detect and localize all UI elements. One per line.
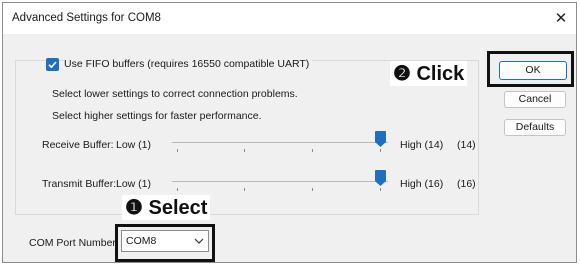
checkmark-icon [48, 61, 57, 69]
hint-lower: Select lower settings to correct connect… [52, 88, 298, 100]
com-port-selected-value: COM8 [126, 235, 157, 247]
chevron-down-icon [194, 238, 204, 244]
slider-tick [380, 149, 381, 152]
receive-value: (14) [457, 139, 476, 151]
com-port-label: COM Port Number: [29, 237, 119, 249]
transmit-buffer-label: Transmit Buffer: [42, 178, 117, 190]
slider-tick [177, 149, 178, 152]
slider-tick [244, 149, 245, 152]
transmit-high-label: High (16) [400, 178, 444, 190]
title-bar: Advanced Settings for COM8 ✕ [3, 3, 576, 34]
fifo-checkbox[interactable] [46, 58, 59, 71]
cancel-button[interactable]: Cancel [504, 91, 566, 108]
receive-high-label: High (14) [400, 139, 444, 151]
click-annotation: ❷ Click [390, 61, 468, 86]
slider-thumb[interactable] [375, 170, 386, 187]
defaults-button[interactable]: Defaults [504, 119, 566, 136]
slider-tick [244, 188, 245, 191]
transmit-value: (16) [457, 178, 476, 190]
receive-buffer-label: Receive Buffer: [42, 139, 114, 151]
com-port-select[interactable]: COM8 [121, 230, 209, 252]
slider-tick [312, 188, 313, 191]
window-title: Advanced Settings for COM8 [12, 12, 161, 24]
slider-tick [312, 149, 313, 152]
select-annotation: ❶ Select [122, 195, 211, 220]
slider-track [172, 181, 388, 182]
close-icon[interactable]: ✕ [551, 9, 571, 29]
slider-tick [380, 188, 381, 191]
transmit-low-label: Low (1) [116, 178, 152, 190]
slider-tick [177, 188, 178, 191]
hint-higher: Select higher settings for faster perfor… [52, 110, 262, 122]
fifo-checkbox-label: Use FIFO buffers (requires 16550 compati… [64, 58, 313, 70]
slider-thumb[interactable] [375, 131, 386, 148]
ok-button[interactable]: OK [499, 61, 567, 80]
receive-buffer-slider[interactable] [172, 131, 388, 159]
slider-track [172, 142, 388, 143]
receive-low-label: Low (1) [116, 139, 152, 151]
